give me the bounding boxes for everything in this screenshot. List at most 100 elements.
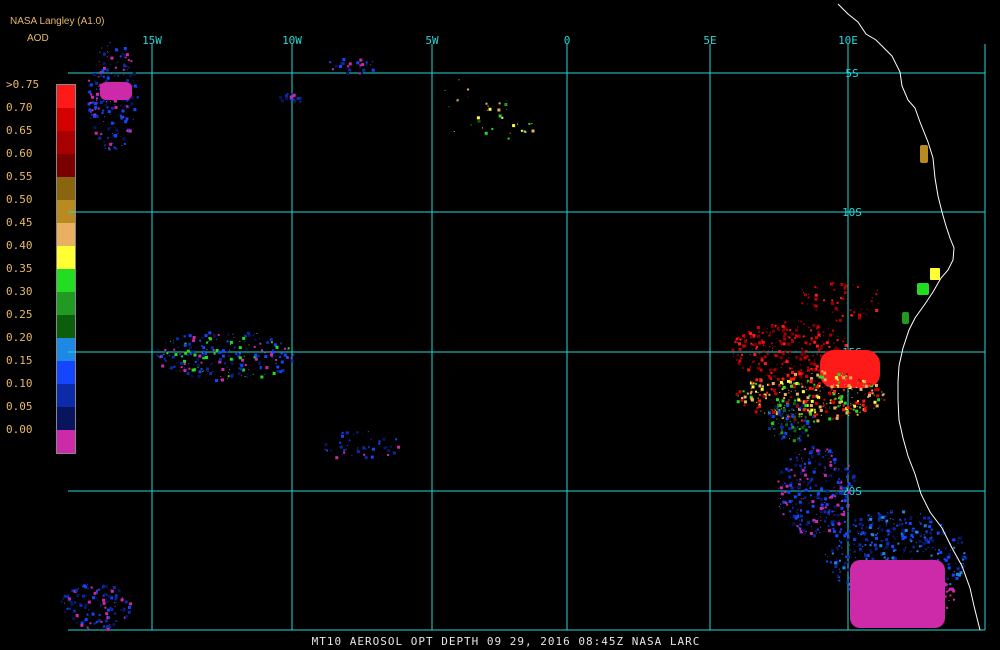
aod-pixel <box>809 412 813 416</box>
aod-pixel <box>799 405 801 407</box>
aod-pixel <box>106 600 108 603</box>
aod-pixel <box>847 555 850 559</box>
aod-pixel <box>804 416 807 419</box>
aod-pixel <box>248 344 250 346</box>
grid-tick-label: 0 <box>564 34 571 47</box>
aod-pixel <box>135 84 137 86</box>
aod-pixel <box>244 334 246 337</box>
aod-pixel <box>856 406 858 407</box>
aod-pixel <box>270 353 274 357</box>
aod-pixel <box>774 409 776 411</box>
aod-pixel <box>210 346 214 350</box>
aod-pixel <box>805 487 807 489</box>
aod-pixel <box>799 375 803 379</box>
aod-pixel <box>785 417 789 420</box>
aod-pixel <box>806 510 810 514</box>
aod-pixel <box>961 562 963 564</box>
aod-pixel <box>269 339 271 341</box>
aod-pixel <box>912 536 914 539</box>
aod-pixel <box>115 601 117 603</box>
aod-pixel <box>844 343 848 347</box>
aod-pixel <box>835 534 839 538</box>
aod-pixel <box>757 334 760 338</box>
aod-pixel <box>927 516 931 520</box>
aod-pixel <box>919 535 922 538</box>
aod-pixel <box>837 405 840 408</box>
aod-pixel <box>791 425 795 429</box>
aod-pixel <box>177 361 179 363</box>
aod-pixel <box>216 339 217 340</box>
aod-pixel <box>110 73 112 75</box>
aod-pixel <box>825 341 829 345</box>
aod-pixel <box>800 513 802 515</box>
aod-pixel <box>159 356 162 359</box>
aod-pixel <box>836 339 839 342</box>
aod-pixel <box>849 604 852 606</box>
grid-tick-label: 10E <box>838 34 858 47</box>
aod-pixel <box>884 546 888 550</box>
aod-pixel <box>857 400 859 402</box>
aod-pixel <box>811 333 813 335</box>
aod-pixel <box>871 297 873 299</box>
aod-pixel <box>909 550 912 553</box>
aod-pixel <box>250 375 252 377</box>
aod-pixel <box>810 455 814 459</box>
aod-pixel <box>799 523 802 526</box>
aod-pixel <box>106 45 109 47</box>
aod-pixel <box>806 382 808 384</box>
aod-pixel <box>381 454 383 456</box>
aod-pixel <box>875 533 878 536</box>
aod-pixel <box>810 329 813 332</box>
aod-pixel <box>211 363 213 365</box>
aod-pixel <box>179 370 181 372</box>
aod-pixel <box>853 543 856 546</box>
aod-pixel <box>867 383 869 385</box>
aod-pixel <box>760 383 762 385</box>
aod-pixel <box>790 413 792 415</box>
aod-pixel <box>839 491 842 495</box>
aod-pixel <box>773 402 775 404</box>
aod-pixel <box>931 594 934 597</box>
aod-pixel <box>873 400 877 404</box>
aod-pixel <box>90 117 92 119</box>
aod-pixel <box>795 412 797 414</box>
aod-pixel <box>861 524 864 527</box>
aod-pixel <box>112 133 114 135</box>
aod-pixel <box>878 617 882 621</box>
aod-pixel <box>238 356 242 360</box>
aod-pixel <box>817 452 821 456</box>
aod-pixel <box>789 350 791 353</box>
aod-pixel <box>794 372 797 376</box>
aod-pixel <box>243 355 245 357</box>
aod-pixel <box>838 568 840 570</box>
aod-pixel <box>822 404 825 407</box>
aod-pixel <box>800 430 802 432</box>
aod-pixel <box>840 541 843 544</box>
aod-pixel <box>192 339 196 343</box>
footer-caption: MT10 AEROSOL OPT DEPTH 09 29, 2016 08:45… <box>311 635 701 648</box>
aod-pixel <box>386 446 388 448</box>
aod-pixel <box>734 340 737 342</box>
aod-pixel <box>814 293 818 297</box>
aod-pixel <box>862 399 866 403</box>
aod-pixel <box>787 342 791 346</box>
aod-pixel <box>774 435 776 437</box>
aod-pixel <box>785 423 788 427</box>
aod-pixel <box>253 356 256 359</box>
aod-pixel <box>88 90 92 94</box>
aod-pixel <box>802 460 803 462</box>
aod-pixel <box>186 372 190 375</box>
aod-pixel <box>789 522 790 524</box>
aod-pixel <box>843 510 846 513</box>
aod-pixel <box>831 400 833 403</box>
aod-pixel <box>771 369 773 371</box>
aod-pixel <box>803 424 806 427</box>
aod-pixel <box>198 354 202 358</box>
aod-pixel <box>803 356 807 360</box>
aod-pixel <box>843 499 847 503</box>
aod-pixel <box>760 387 764 391</box>
aod-pixel <box>170 366 174 370</box>
aod-pixel <box>118 113 120 115</box>
aod-pixel <box>739 356 741 358</box>
aod-pixel <box>955 563 957 565</box>
